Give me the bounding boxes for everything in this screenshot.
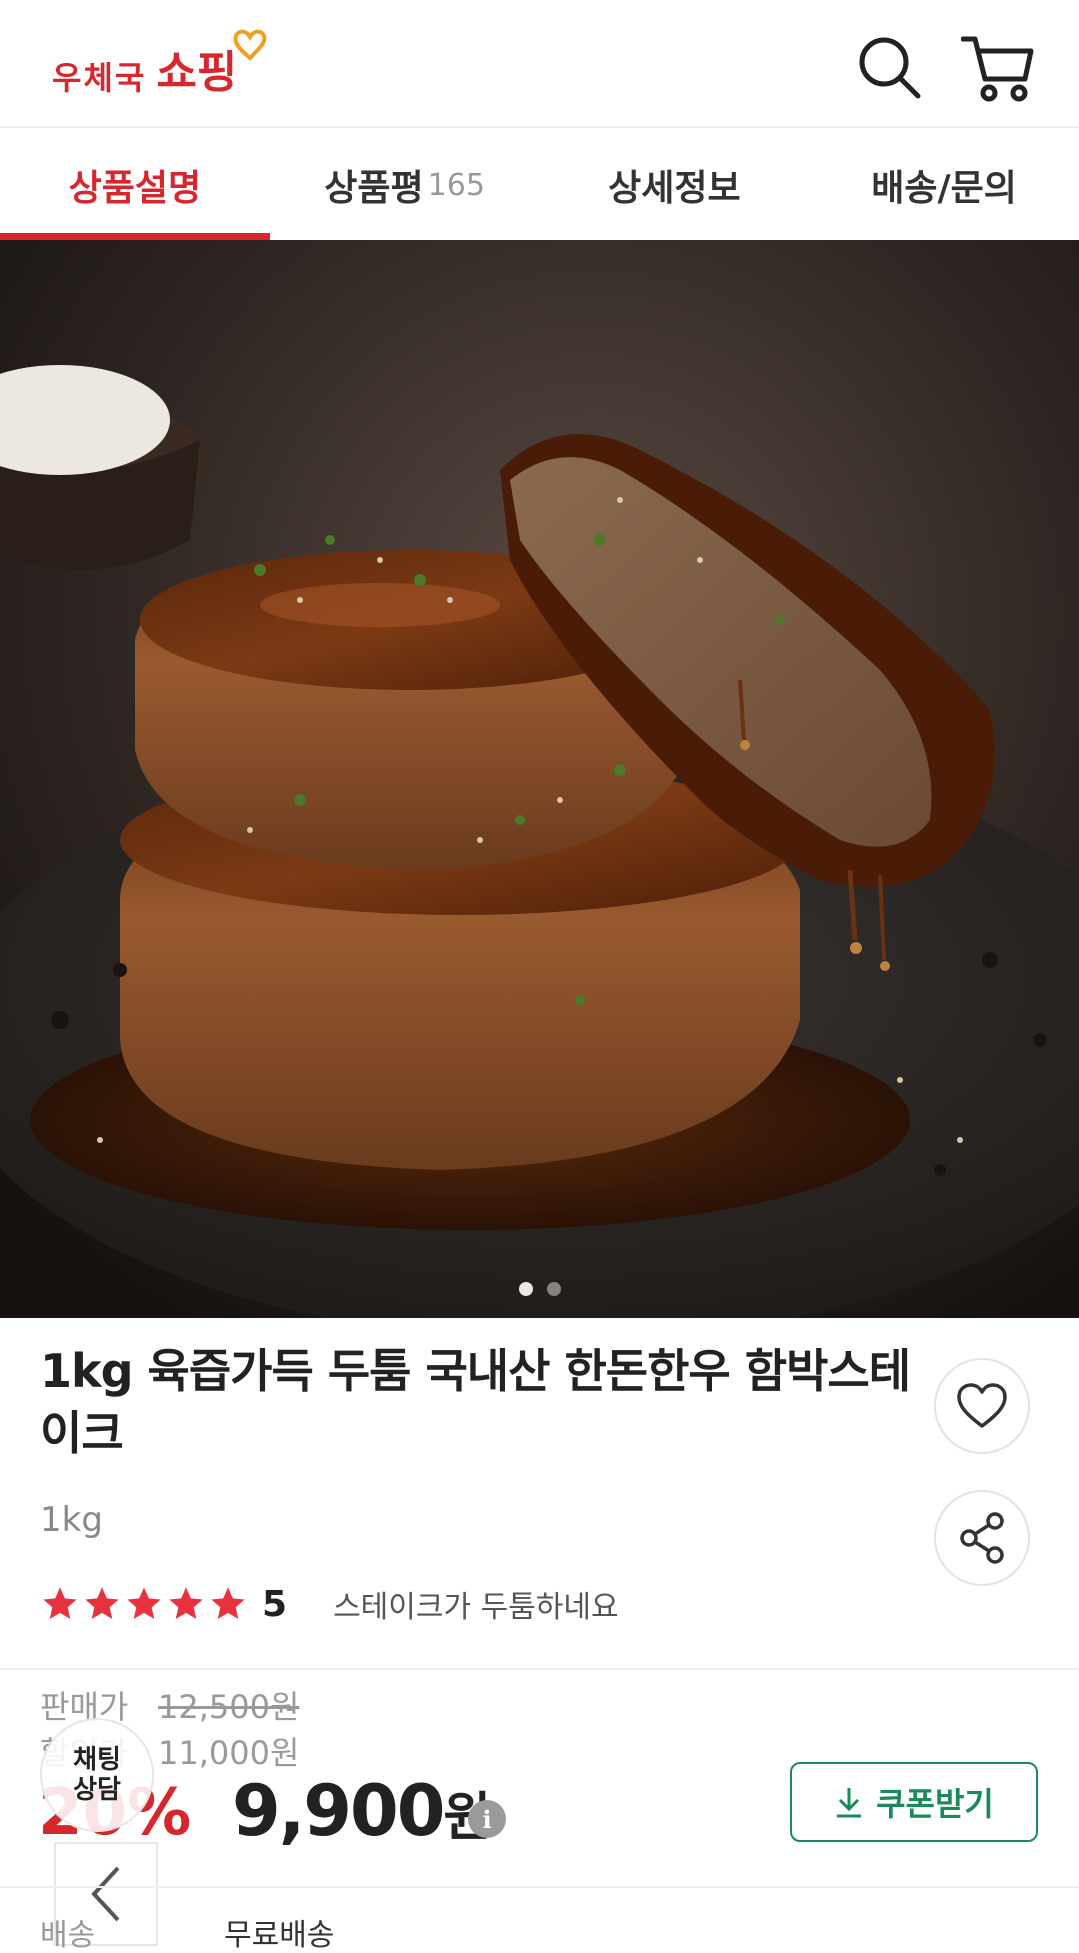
tab-label: 배송/문의 xyxy=(871,168,1017,209)
logo-text-big: 쇼핑 xyxy=(156,47,238,98)
review-count: 165 xyxy=(427,167,485,203)
heart-logo-icon xyxy=(233,29,267,61)
heart-icon xyxy=(957,1383,1007,1428)
product-title: 1kg 육즙가득 두툼 국내산 한돈한우 함박스테이크 xyxy=(40,1344,911,1460)
divider xyxy=(0,1886,1079,1888)
divider xyxy=(0,1668,1079,1670)
search-icon xyxy=(859,37,921,99)
carousel-dot-active[interactable] xyxy=(518,1282,533,1296)
review-snippet: 스테이크가 두툼하네요 xyxy=(333,1590,619,1625)
carousel-dot[interactable] xyxy=(546,1282,561,1296)
tab-details[interactable]: 상세정보 xyxy=(540,130,810,240)
coupon-label: 쿠폰받기 xyxy=(876,1785,994,1823)
product-tabs: 상품설명 상품평 165 상세정보 배송/문의 xyxy=(0,130,1079,240)
chat-label-line1: 채팅 xyxy=(73,1745,121,1775)
chat-label-line2: 상담 xyxy=(73,1775,121,1805)
logo-text-small: 우체국 xyxy=(52,59,147,97)
tab-label: 상품평 xyxy=(324,168,424,209)
star-icon xyxy=(169,1587,203,1619)
cart-button[interactable] xyxy=(960,30,1036,106)
rating-summary[interactable]: 5 스테이크가 두툼하네요 xyxy=(40,1578,619,1630)
wishlist-button[interactable] xyxy=(934,1358,1030,1454)
app-header: 우체국 쇼핑 xyxy=(0,0,1079,128)
share-icon xyxy=(960,1512,1004,1564)
carousel-indicator xyxy=(0,1282,1079,1296)
star-rating xyxy=(40,1584,248,1624)
shipping-label: 배송 xyxy=(40,1918,96,1953)
star-icon xyxy=(211,1587,245,1619)
chat-consult-button[interactable]: 채팅 상담 xyxy=(40,1718,154,1832)
tab-description[interactable]: 상품설명 xyxy=(0,130,270,240)
price-info-icon[interactable]: i xyxy=(468,1800,506,1838)
cart-icon xyxy=(961,36,1034,102)
star-icon xyxy=(43,1587,77,1619)
tab-reviews[interactable]: 상품평 165 xyxy=(270,130,540,240)
search-button[interactable] xyxy=(852,30,928,106)
tab-label: 상세정보 xyxy=(608,168,741,209)
download-icon xyxy=(837,1788,862,1818)
product-image-carousel[interactable] xyxy=(0,240,1079,1318)
star-icon xyxy=(127,1587,161,1619)
sale-price-original: 12,500원 xyxy=(158,1688,300,1726)
star-icon xyxy=(85,1587,119,1619)
share-button[interactable] xyxy=(934,1490,1030,1586)
epost-shopping-logo[interactable]: 우체국 쇼핑 xyxy=(52,29,267,100)
tab-label: 상품설명 xyxy=(68,168,202,209)
discount-price-value: 11,000원 xyxy=(158,1734,300,1772)
final-price-amount: 9,900 xyxy=(232,1770,445,1852)
rating-score: 5 xyxy=(262,1583,288,1625)
shipping-value: 무료배송 xyxy=(224,1918,335,1953)
product-option: 1kg xyxy=(40,1500,103,1540)
coupon-download-button[interactable]: 쿠폰받기 xyxy=(790,1762,1038,1842)
final-price: 9,900원 xyxy=(232,1770,491,1852)
tab-shipping-inquiry[interactable]: 배송/문의 xyxy=(809,130,1079,240)
product-photo xyxy=(0,240,1079,1318)
